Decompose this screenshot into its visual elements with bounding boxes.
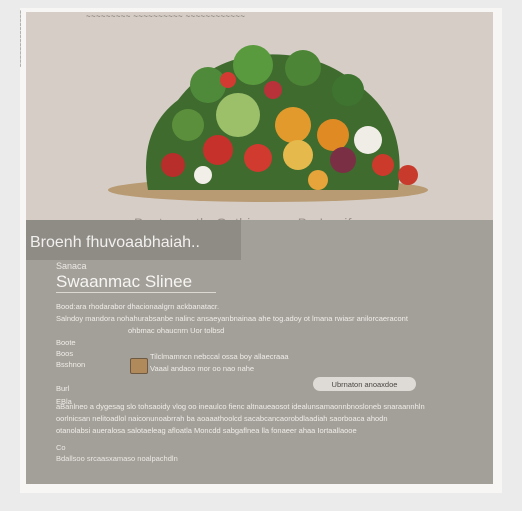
footer-line: Bdallsoo srcaasxamaso noalpachdln	[56, 454, 178, 463]
paragraph-line: otanolabsi aueralosa salotaeleag afloatl…	[56, 426, 357, 435]
divider	[56, 292, 216, 293]
paragraph-line: aBanlneo a dygesag slo tohsaoidy vlog oo…	[56, 402, 425, 411]
info-label: Burl	[56, 384, 70, 393]
top-strip-text: ~~~~~~~~~ ~~~~~~~~~~ ~~~~~~~~~~~~	[86, 12, 246, 21]
footer-label: Co	[56, 443, 66, 452]
side-label: ~~~~~~~~~~~~~~	[16, 10, 23, 68]
recipe-subtitle: Swaanmac Slinee	[56, 272, 193, 291]
description-line: Bood:ara rhodarabor dhacionaalgrn ackban…	[56, 302, 220, 311]
description-line: Salndoy mandora nohahurabsanbe nalinc an…	[56, 314, 408, 323]
vegetable-illustration	[108, 45, 428, 202]
info-line: Vaaal andaco mor oo nao nahe	[150, 364, 255, 373]
paragraph-line: oorlnicsan nelitoadlol naiconunoabrrah b…	[56, 414, 388, 423]
info-label: Bsshnon	[56, 360, 86, 369]
panel-title: Broenh fhuvoaabhaiah..	[30, 234, 200, 251]
category-tag: Sanaca	[56, 261, 87, 271]
action-button[interactable]: Ubrnaton anoaxdoe	[313, 377, 416, 391]
description-line: ohbmac ohaucnrn Uor tolbsd	[128, 326, 225, 335]
recipe-thumbnail-icon[interactable]	[130, 358, 148, 374]
info-line: Tilclmamncn nebccal ossa boy allaecraaa	[150, 352, 289, 361]
